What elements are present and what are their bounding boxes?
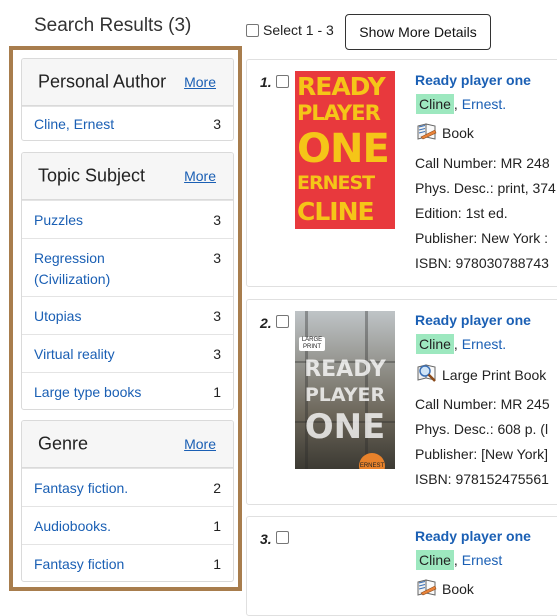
facet-item[interactable]: Puzzles 3 <box>22 200 233 238</box>
author-link[interactable]: Ernest <box>462 552 502 568</box>
cover-text: PLAYER <box>304 384 386 406</box>
facet-header: Personal Author More <box>22 59 233 106</box>
result-detail: Phys. Desc.: print, 374 <box>415 180 556 196</box>
select-all-control[interactable]: Select 1 - 3 <box>246 22 334 38</box>
select-all-label: Select 1 - 3 <box>263 22 334 38</box>
facet-topic-subject: Topic Subject More Puzzles 3 Regression … <box>21 152 234 410</box>
facet-item-count: 3 <box>213 346 221 362</box>
facet-item-count: 3 <box>213 116 221 132</box>
book-cover-image[interactable]: READY PLAYER ONE ERNEST CLINE <box>295 71 395 229</box>
facet-title: Topic Subject <box>38 165 146 186</box>
facet-item[interactable]: Utopias 3 <box>22 296 233 334</box>
cover-text: CLINE <box>297 197 375 226</box>
book-icon <box>416 122 438 143</box>
facet-sidebar: Personal Author More Cline, Ernest 3 Top… <box>9 46 242 591</box>
facet-item[interactable]: Fantasy fiction 1 <box>22 544 233 581</box>
cover-badge: LARGE PRINT <box>299 337 325 351</box>
result-detail: Call Number: MR 248 <box>415 155 550 171</box>
facet-item-label[interactable]: Audiobooks. <box>34 516 184 537</box>
result-detail: Publisher: New York : <box>415 230 549 246</box>
result-detail: Phys. Desc.: 608 p. (l <box>415 421 549 437</box>
facet-item-label[interactable]: Virtual reality <box>34 344 184 365</box>
search-results-heading: Search Results (3) <box>34 15 192 36</box>
format-label: Book <box>442 124 474 141</box>
result-number: 3. <box>260 531 272 547</box>
result-author: Cline , Ernest. <box>416 94 506 114</box>
result-card: 2. LARGE PRINT READY PLAYER ONE ERNEST C… <box>246 299 557 505</box>
facet-item[interactable]: Audiobooks. 1 <box>22 506 233 544</box>
facet-item-count: 3 <box>213 308 221 324</box>
book-cover-image[interactable]: LARGE PRINT READY PLAYER ONE ERNEST CLIN… <box>295 311 395 469</box>
format-label: Large Print Book <box>442 366 547 383</box>
author-highlight[interactable]: Cline <box>416 94 454 114</box>
result-format: Book <box>416 122 474 143</box>
author-link[interactable]: Ernest. <box>462 96 506 112</box>
facet-item-label[interactable]: Fantasy fiction <box>34 554 184 575</box>
cover-author-badge: ERNEST CLINE <box>359 453 385 469</box>
facet-item[interactable]: Large type books 1 <box>22 372 233 409</box>
cover-text: READY <box>304 357 386 382</box>
facet-header: Topic Subject More <box>22 153 233 200</box>
facet-item[interactable]: Regression (Civilization) 3 <box>22 238 233 296</box>
cover-text: READY <box>297 72 386 101</box>
author-highlight[interactable]: Cline <box>416 550 454 570</box>
result-detail: Edition: 1st ed. <box>415 205 508 221</box>
cover-text: PLAYER <box>297 101 381 125</box>
facet-more-link[interactable]: More <box>184 168 216 184</box>
result-title-link[interactable]: Ready player one <box>415 72 531 88</box>
facet-item-count: 3 <box>213 212 221 228</box>
show-more-details-button[interactable]: Show More Details <box>345 14 491 50</box>
result-detail: Call Number: MR 245 <box>415 396 550 412</box>
facet-item-label[interactable]: Utopias <box>34 306 184 327</box>
facet-more-link[interactable]: More <box>184 436 216 452</box>
result-detail: Publisher: [New York] <box>415 446 549 462</box>
result-title-link[interactable]: Ready player one <box>415 312 531 328</box>
facet-item-count: 1 <box>213 518 221 534</box>
facet-item-count: 1 <box>213 384 221 400</box>
result-checkbox[interactable] <box>276 315 289 328</box>
result-title-link[interactable]: Ready player one <box>415 528 531 544</box>
select-all-checkbox[interactable] <box>246 23 259 37</box>
facet-item[interactable]: Cline, Ernest 3 <box>22 106 233 140</box>
result-card: 1. READY PLAYER ONE ERNEST CLINE Ready p… <box>246 59 557 287</box>
author-link[interactable]: Ernest. <box>462 336 506 352</box>
facet-item-label[interactable]: Regression (Civilization) <box>34 248 154 290</box>
facet-item[interactable]: Virtual reality 3 <box>22 334 233 372</box>
book-icon <box>416 578 438 599</box>
result-number: 1. <box>260 74 272 90</box>
facet-item-count: 1 <box>213 556 221 572</box>
facet-header: Genre More <box>22 421 233 468</box>
cover-text: ONE <box>304 407 386 447</box>
result-detail: ISBN: 978152475561 <box>415 471 549 487</box>
result-author: Cline , Ernest. <box>416 334 506 354</box>
author-highlight[interactable]: Cline <box>416 334 454 354</box>
result-card: 3. Ready player one Cline , Ernest Book <box>246 516 557 616</box>
facet-item[interactable]: Fantasy fiction. 2 <box>22 468 233 506</box>
facet-item-count: 2 <box>213 480 221 496</box>
facet-item-label[interactable]: Large type books <box>34 382 184 403</box>
facet-more-link[interactable]: More <box>184 74 216 90</box>
facet-title: Personal Author <box>38 71 167 92</box>
cover-text: ONE <box>297 126 390 172</box>
result-number: 2. <box>260 315 272 331</box>
large-print-book-icon <box>416 363 438 386</box>
facet-title: Genre <box>38 433 89 454</box>
facet-genre: Genre More Fantasy fiction. 2 Audiobooks… <box>21 420 234 582</box>
result-checkbox[interactable] <box>276 531 289 544</box>
facet-item-label[interactable]: Cline, Ernest <box>34 114 184 135</box>
result-author: Cline , Ernest <box>416 550 502 570</box>
result-checkbox[interactable] <box>276 75 289 88</box>
result-format: Book <box>416 578 474 599</box>
facet-item-label[interactable]: Puzzles <box>34 210 184 231</box>
cover-text: ERNEST <box>297 172 375 194</box>
facet-item-label[interactable]: Fantasy fiction. <box>34 478 184 499</box>
facet-personal-author: Personal Author More Cline, Ernest 3 <box>21 58 234 141</box>
result-detail: ISBN: 978030788743 <box>415 255 549 271</box>
result-format: Large Print Book <box>416 363 546 386</box>
format-label: Book <box>442 580 474 597</box>
facet-item-count: 3 <box>213 250 221 266</box>
